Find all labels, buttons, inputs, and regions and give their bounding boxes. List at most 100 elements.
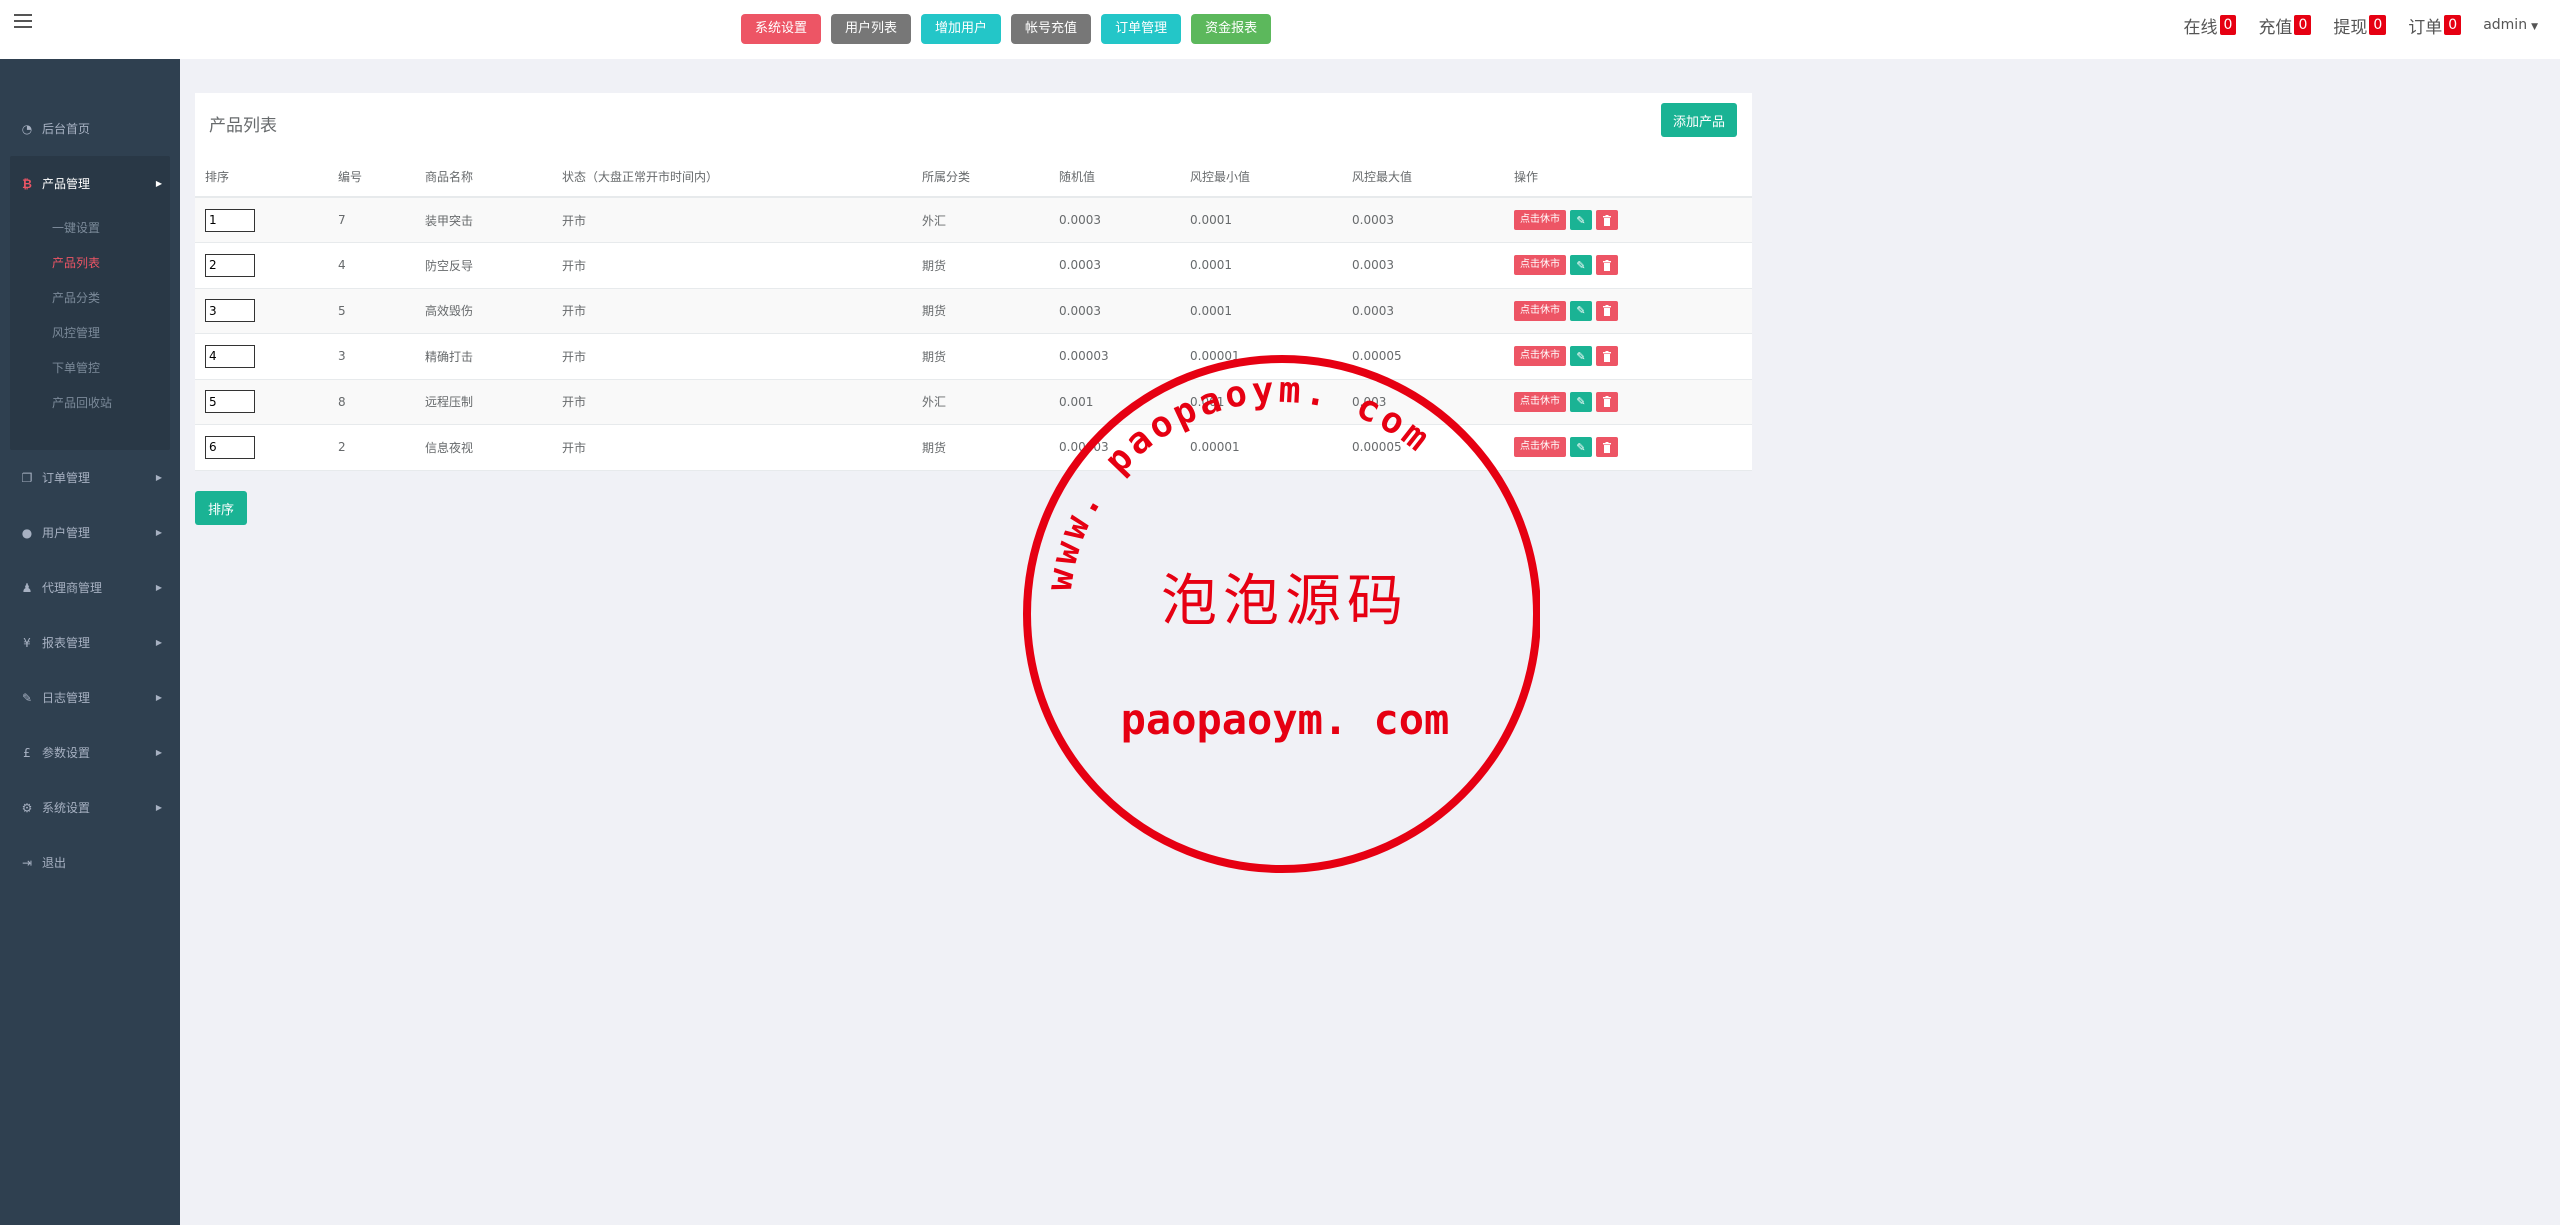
- cell-category: 期货: [912, 424, 1049, 471]
- pencil-icon[interactable]: ✎: [1570, 346, 1592, 367]
- cell-min: 0.00001: [1180, 333, 1342, 380]
- sort-order-input[interactable]: [205, 253, 255, 277]
- add-product-button[interactable]: 添加产品: [1660, 103, 1737, 137]
- chevron-down-icon: ▼: [2531, 22, 2538, 32]
- cell-id: 8: [328, 379, 415, 425]
- stat-badge: 0: [2444, 15, 2462, 35]
- trash-icon[interactable]: [1596, 391, 1618, 412]
- sort-cell: [195, 242, 328, 289]
- sidebar-subitem[interactable]: 产品回收站: [20, 386, 170, 421]
- stat-orders[interactable]: 订单 0: [2408, 13, 2462, 38]
- cell-name: 远程压制: [415, 379, 552, 425]
- menu-toggle-icon[interactable]: [14, 14, 32, 29]
- user-menu[interactable]: admin ▼: [2483, 17, 2538, 33]
- gbp-icon: £: [23, 745, 31, 760]
- sidebar-item-6[interactable]: ⚙ 系统设置 ▶: [0, 780, 180, 835]
- trash-icon[interactable]: [1596, 437, 1618, 458]
- sort-order-input[interactable]: [205, 299, 255, 323]
- sidebar-subitem[interactable]: 风控管理: [20, 316, 170, 351]
- close-market-button[interactable]: 点击休市: [1514, 346, 1566, 367]
- sidebar: ◔ 后台首页 ₿ 产品管理 ▶ 一键设置 产品列表 产品分类 风控管理 下单管控 产品回收…: [0, 59, 180, 1225]
- sidebar-item-4[interactable]: ✎ 日志管理 ▶: [0, 670, 180, 725]
- pencil-icon[interactable]: ✎: [1570, 255, 1592, 276]
- table-row: 3精确打击开市期货0.000030.000010.00005点击休市✎: [195, 333, 1752, 380]
- column-header: 编号: [328, 157, 415, 198]
- cell-category: 外汇: [912, 379, 1049, 425]
- trash-icon[interactable]: [1596, 210, 1618, 230]
- top-button-3[interactable]: 帐号充值: [1011, 14, 1092, 44]
- stat-online[interactable]: 在线 0: [2184, 13, 2237, 38]
- top-button-4[interactable]: 订单管理: [1101, 14, 1182, 44]
- sort-button[interactable]: 排序: [195, 491, 248, 525]
- trash-icon[interactable]: [1596, 255, 1618, 276]
- cell-random: 0.00003: [1049, 424, 1180, 471]
- sidebar-item-label: 产品管理: [42, 177, 91, 191]
- sidebar-subitem[interactable]: 产品列表: [20, 246, 170, 281]
- column-header: 所属分类: [912, 157, 1049, 198]
- sidebar-item-0[interactable]: ❐ 订单管理 ▶: [0, 450, 180, 505]
- table-row: 4防空反导开市期货0.00030.00010.0003点击休市✎: [195, 242, 1752, 289]
- cell-min: 0.00001: [1180, 424, 1342, 471]
- pencil-icon[interactable]: ✎: [1570, 391, 1592, 412]
- sidebar-subitem[interactable]: 下单管控: [20, 351, 170, 386]
- close-market-button[interactable]: 点击休市: [1514, 210, 1566, 230]
- gears-icon: ⚙: [21, 800, 33, 815]
- cell-status: 开市: [552, 424, 912, 471]
- caret-right-icon: ▶: [155, 583, 162, 592]
- sidebar-item-2[interactable]: ♟ 代理商管理 ▶: [0, 560, 180, 615]
- stat-badge: 0: [2294, 15, 2312, 35]
- column-header: 随机值: [1049, 157, 1180, 198]
- column-header: 风控最大值: [1342, 157, 1504, 198]
- sort-order-input[interactable]: [205, 435, 255, 459]
- stat-recharge[interactable]: 充值 0: [2258, 13, 2312, 38]
- top-right-stats: 在线 0 充值 0 提现 0 订单 0 admin ▼: [2184, 0, 2560, 50]
- column-header: 排序: [195, 157, 328, 198]
- column-header: 操作: [1504, 157, 1752, 198]
- sidebar-subitem[interactable]: 产品分类: [20, 281, 170, 316]
- sidebar-item-3[interactable]: ¥ 报表管理 ▶: [0, 615, 180, 670]
- sidebar-item-label: 日志管理: [42, 691, 91, 705]
- close-market-button[interactable]: 点击休市: [1514, 300, 1566, 321]
- sidebar-item-products[interactable]: ₿ 产品管理 ▶: [20, 156, 170, 211]
- cell-name: 高效毁伤: [415, 288, 552, 334]
- sidebar-subitem[interactable]: 一键设置: [20, 211, 170, 246]
- watermark-domain: paopaoym. com: [1121, 695, 1450, 744]
- sign-out-icon: ⇥: [21, 855, 33, 870]
- cell-max: 0.0003: [1342, 197, 1504, 243]
- sort-order-input[interactable]: [205, 208, 255, 232]
- caret-right-icon: ▶: [155, 473, 162, 482]
- pencil-icon[interactable]: ✎: [1570, 210, 1592, 230]
- sort-order-input[interactable]: [205, 390, 255, 414]
- actions-cell: 点击休市 ✎: [1504, 288, 1752, 334]
- sidebar-item-5[interactable]: £ 参数设置 ▶: [0, 725, 180, 780]
- close-market-button[interactable]: 点击休市: [1514, 391, 1566, 412]
- sort-order-input[interactable]: [205, 344, 255, 368]
- cell-status: 开市: [552, 288, 912, 334]
- actions-cell: 点击休市 ✎: [1504, 242, 1752, 289]
- close-market-button[interactable]: 点击休市: [1514, 255, 1566, 276]
- pencil-icon[interactable]: ✎: [1570, 437, 1592, 458]
- trash-icon[interactable]: [1596, 300, 1618, 321]
- stat-withdraw[interactable]: 提现 0: [2333, 13, 2387, 38]
- trash-icon[interactable]: [1596, 346, 1618, 367]
- yen-icon: ¥: [23, 635, 31, 650]
- cell-max: 0.0003: [1342, 242, 1504, 289]
- sidebar-item-logout[interactable]: ⇥ 退出: [0, 835, 180, 890]
- sidebar-item-home[interactable]: ◔ 后台首页: [0, 101, 180, 156]
- cell-min: 0.001: [1180, 379, 1342, 425]
- pencil-icon[interactable]: ✎: [1570, 300, 1592, 321]
- actions-cell: 点击休市 ✎: [1504, 379, 1752, 425]
- bitcoin-icon: ₿: [22, 176, 32, 191]
- cell-name: 装甲突击: [415, 197, 552, 243]
- cell-max: 0.00005: [1342, 333, 1504, 380]
- cell-category: 期货: [912, 288, 1049, 334]
- product-table: 排序 编号 商品名称 状态（大盘正常开市时间内） 所属分类 随机值 风控最小值 风控最大值 操作…: [195, 157, 1752, 471]
- sidebar-item-1[interactable]: ● 用户管理 ▶: [0, 505, 180, 560]
- top-button-1[interactable]: 用户列表: [831, 14, 912, 44]
- close-market-button[interactable]: 点击休市: [1514, 437, 1566, 458]
- top-button-5[interactable]: 资金报表: [1191, 14, 1272, 44]
- top-button-2[interactable]: 增加用户: [921, 14, 1002, 44]
- top-button-0[interactable]: 系统设置: [741, 14, 822, 44]
- caret-right-icon: ▶: [155, 528, 162, 537]
- column-header: 商品名称: [415, 157, 552, 198]
